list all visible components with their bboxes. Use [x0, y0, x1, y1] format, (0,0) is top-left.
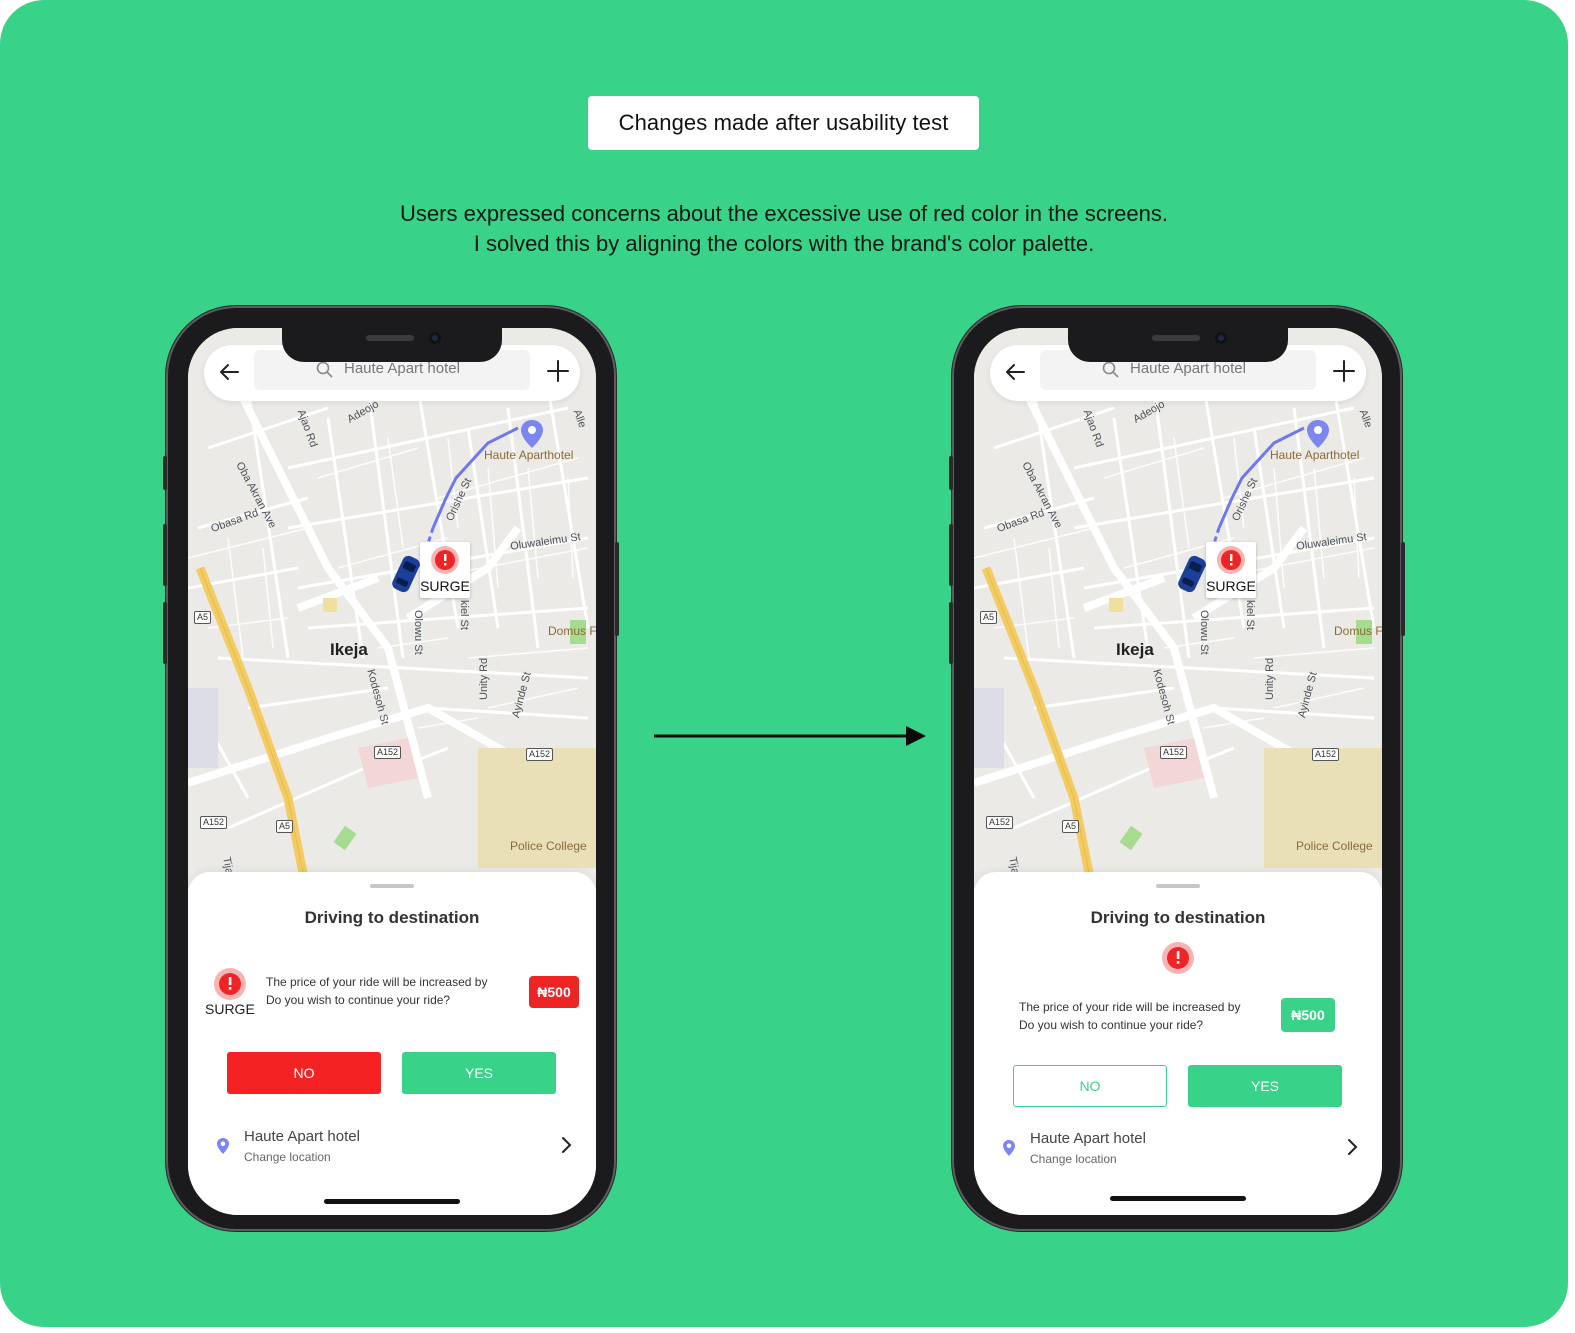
chevron-right-icon[interactable] — [1346, 1138, 1358, 1156]
yes-button[interactable]: YES — [1188, 1065, 1342, 1107]
screen-before: Oba Akran Ave Obasa Rd Ajao Rd Adeojo Ha… — [188, 328, 596, 1215]
surge-label: SURGE — [205, 1001, 255, 1017]
back-arrow-icon[interactable] — [218, 361, 240, 383]
price-badge: ₦500 — [529, 976, 579, 1008]
road-shield: A152 — [1160, 746, 1188, 759]
road-shield: A5 — [1062, 820, 1080, 833]
map-area-label: Ikeja — [1116, 640, 1154, 659]
road-shield: A152 — [986, 816, 1014, 829]
road-shield: A152 — [1312, 748, 1340, 761]
arrow-right-icon — [654, 726, 926, 746]
phone-before: Oba Akran Ave Obasa Rd Ajao Rd Adeojo Ha… — [163, 306, 619, 1231]
map-area-label: Ikeja — [330, 640, 368, 659]
surge-message-line-1: The price of your ride will be increased… — [266, 975, 488, 989]
no-button[interactable]: NO — [227, 1052, 381, 1094]
bottom-sheet: Driving to destination SURGE The price o… — [188, 872, 596, 1215]
map-road-label: Olowu St — [1198, 610, 1210, 655]
no-button[interactable]: NO — [1013, 1065, 1167, 1107]
map-poi-label: Haute Aparthotel — [1270, 448, 1360, 462]
search-value: Haute Apart hotel — [1130, 360, 1246, 377]
change-location-link[interactable]: Change location — [244, 1150, 331, 1164]
surge-marker-label: SURGE — [1206, 578, 1256, 594]
map-poi-label: Domus F — [1334, 624, 1382, 638]
screen-after: Oba Akran Ave Obasa Rd Ajao Rd Adeojo Ha… — [974, 328, 1382, 1215]
warning-icon — [214, 968, 246, 1000]
warning-icon — [1162, 942, 1194, 974]
location-pin-icon — [217, 1138, 229, 1154]
map-road-label: kiel St — [1244, 600, 1256, 630]
price-badge: ₦500 — [1281, 998, 1335, 1032]
warning-icon — [1217, 546, 1245, 574]
phone-after: Oba Akran Ave Obasa Rd Ajao Rd Adeojo Ha… — [949, 306, 1405, 1231]
back-arrow-icon[interactable] — [1004, 361, 1026, 383]
map-view[interactable]: Oba Akran Ave Obasa Rd Ajao Rd Adeojo Ha… — [974, 328, 1382, 888]
map-poi-label: Domus F — [548, 624, 596, 638]
road-shield: A152 — [374, 746, 402, 759]
sheet-handle[interactable] — [370, 884, 414, 888]
sheet-title: Driving to destination — [304, 908, 480, 927]
road-shield: A152 — [200, 816, 228, 829]
location-pin-icon — [1003, 1140, 1015, 1156]
yes-button[interactable]: YES — [402, 1052, 556, 1094]
description-line-1: Users expressed concerns about the exces… — [400, 201, 1168, 226]
home-indicator — [1110, 1196, 1246, 1201]
location-title[interactable]: Haute Apart hotel — [244, 1128, 360, 1145]
bottom-sheet: Driving to destination The price of your… — [974, 872, 1382, 1215]
add-stop-icon[interactable] — [546, 359, 570, 383]
surge-map-marker[interactable]: SURGE — [420, 542, 470, 598]
surge-message-line-2: Do you wish to continue your ride? — [266, 993, 451, 1007]
map-road-label: Olowu St — [412, 610, 424, 655]
home-indicator — [324, 1199, 460, 1204]
location-title[interactable]: Haute Apart hotel — [1030, 1130, 1146, 1147]
change-location-link[interactable]: Change location — [1030, 1152, 1117, 1166]
map-road-label: kiel St — [458, 600, 470, 630]
map-poi-label: Police College — [1296, 839, 1373, 853]
chevron-right-icon[interactable] — [560, 1136, 572, 1154]
section-tag: Changes made after usability test — [588, 96, 979, 150]
surge-message-line-1: The price of your ride will be increased… — [1019, 1000, 1241, 1014]
map-poi-label: Haute Aparthotel — [484, 448, 574, 462]
road-shield: A152 — [526, 748, 554, 761]
surge-map-marker[interactable]: SURGE — [1206, 542, 1256, 598]
search-icon — [316, 361, 333, 378]
map-road-label: Unity Rd — [1264, 657, 1276, 700]
presentation-board: Changes made after usability test Users … — [0, 0, 1568, 1327]
map-poi-label: Police College — [510, 839, 587, 853]
surge-message-line-2: Do you wish to continue your ride? — [1019, 1018, 1204, 1032]
surge-marker-label: SURGE — [420, 578, 470, 594]
sheet-handle[interactable] — [1156, 884, 1200, 888]
road-shield: A5 — [194, 611, 212, 624]
map-road-label: Unity Rd — [478, 657, 490, 700]
warning-icon — [431, 546, 459, 574]
description-line-2: I solved this by aligning the colors wit… — [473, 231, 1095, 256]
search-icon — [1102, 361, 1119, 378]
search-value: Haute Apart hotel — [344, 360, 460, 377]
map-view[interactable]: Oba Akran Ave Obasa Rd Ajao Rd Adeojo Ha… — [188, 328, 596, 888]
road-shield: A5 — [980, 611, 998, 624]
sheet-title: Driving to destination — [1090, 908, 1266, 927]
add-stop-icon[interactable] — [1332, 359, 1356, 383]
road-shield: A5 — [276, 820, 294, 833]
